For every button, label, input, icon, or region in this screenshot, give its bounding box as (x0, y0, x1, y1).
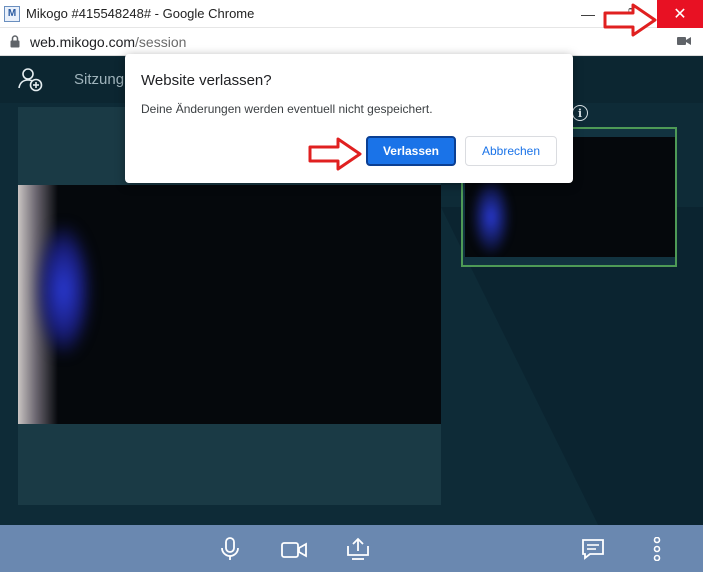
url-text[interactable]: web.mikogo.com/session (30, 34, 186, 50)
session-label[interactable]: Sitzung (74, 71, 124, 88)
add-user-icon[interactable] (18, 67, 44, 93)
share-screen-icon[interactable] (346, 537, 370, 561)
leave-button[interactable]: Verlassen (366, 136, 456, 166)
url-host: web.mikogo.com (30, 33, 136, 50)
mikogo-favicon-icon: M (4, 5, 20, 22)
main-video (18, 185, 441, 424)
title-bar: M Mikogo #415548248# - Google Chrome — ❐… (0, 0, 703, 28)
dialog-message: Deine Änderungen werden eventuell nicht … (141, 102, 433, 116)
microphone-icon[interactable] (220, 537, 240, 561)
dialog-title: Website verlassen? (141, 72, 272, 89)
info-icon[interactable]: i (572, 105, 588, 121)
thumbnail-blur-blue (471, 177, 511, 257)
video-camera-icon[interactable] (281, 541, 307, 559)
video-blur-blue (36, 225, 91, 355)
red-arrow-icon (603, 3, 657, 37)
url-path: /session (135, 33, 187, 50)
red-arrow-icon (308, 137, 362, 171)
window-title: Mikogo #415548248# - Google Chrome (26, 6, 255, 21)
chat-icon[interactable] (581, 538, 605, 560)
camera-icon[interactable] (677, 36, 691, 46)
bottom-toolbar (0, 525, 703, 572)
cancel-button[interactable]: Abbrechen (465, 136, 557, 166)
more-vertical-icon[interactable] (652, 537, 662, 561)
close-button[interactable]: ✕ (657, 0, 703, 28)
address-bar[interactable]: web.mikogo.com/session (0, 28, 703, 56)
lock-icon[interactable] (10, 35, 20, 48)
